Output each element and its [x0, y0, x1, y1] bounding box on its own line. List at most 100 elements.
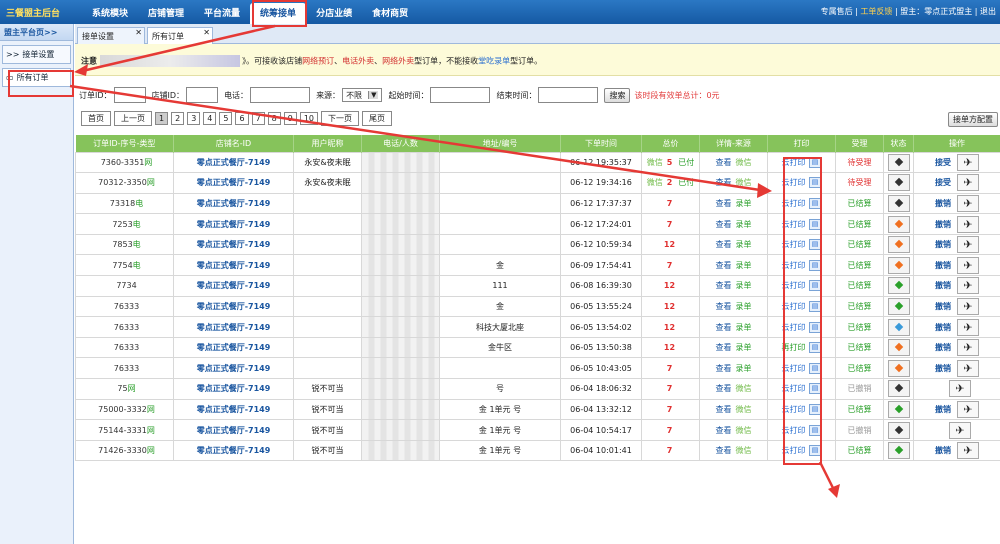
next-page-button[interactable]: 下一页 — [321, 111, 360, 126]
cloud-print-link[interactable]: 云打印 — [782, 178, 806, 187]
view-link[interactable]: 查看 — [716, 240, 732, 249]
cloud-print-link[interactable]: 云打印 — [782, 384, 806, 393]
order-id[interactable]: 76333 — [114, 364, 139, 373]
operation-link[interactable]: 撤销 — [935, 261, 951, 270]
order-id[interactable]: 70312-3350 — [98, 178, 147, 187]
cloud-print-link[interactable]: 云打印 — [782, 199, 806, 208]
shop-cell[interactable]: 零点正式餐厅-7149 — [173, 357, 294, 380]
operation-link[interactable]: 接受 — [935, 158, 951, 167]
order-id[interactable]: 7253 — [112, 220, 132, 229]
order-id[interactable]: 73318 — [110, 199, 135, 208]
page-number-button[interactable]: 5 — [219, 112, 233, 125]
operation-link[interactable]: 撤销 — [935, 446, 951, 455]
operation-link[interactable]: 撤销 — [935, 199, 951, 208]
page-number-button[interactable]: 1 — [155, 112, 169, 125]
cloud-print-link[interactable]: 云打印 — [782, 158, 806, 167]
printer-icon[interactable]: ▤ — [808, 218, 822, 230]
order-id[interactable]: 76333 — [114, 302, 139, 311]
order-id[interactable]: 7360-3351 — [101, 158, 145, 167]
cloud-print-link[interactable]: 云打印 — [782, 426, 806, 435]
printer-icon[interactable]: ▤ — [808, 342, 822, 354]
view-link[interactable]: 查看 — [716, 199, 732, 208]
cloud-print-link[interactable]: 云打印 — [782, 240, 806, 249]
state-diamond-icon[interactable] — [887, 215, 910, 233]
view-link[interactable]: 查看 — [716, 261, 732, 270]
cloud-print-link[interactable]: 云打印 — [782, 323, 806, 332]
shop-cell[interactable]: 零点正式餐厅-7149 — [173, 378, 294, 400]
feedback-link[interactable]: 工单反馈 — [860, 7, 892, 16]
shop-id-input[interactable] — [186, 87, 219, 103]
sidebar-item[interactable]: ▭ 所有订单 — [2, 68, 71, 87]
printer-icon[interactable]: ▤ — [808, 280, 822, 292]
order-id[interactable]: 7853 — [112, 240, 132, 249]
order-id[interactable]: 71426-3330 — [98, 446, 147, 455]
tab-all-orders[interactable]: 所有订单 ✕ — [147, 27, 213, 44]
close-icon[interactable]: ✕ — [135, 28, 142, 37]
shop-cell[interactable]: 零点正式餐厅-7149 — [173, 192, 294, 215]
nav-item[interactable]: 店铺管理 — [138, 0, 194, 24]
operation-link[interactable]: 接受 — [935, 178, 951, 187]
page-number-button[interactable]: 9 — [283, 112, 297, 125]
view-link[interactable]: 查看 — [716, 323, 732, 332]
state-diamond-icon[interactable] — [887, 318, 910, 336]
view-link[interactable]: 查看 — [716, 302, 732, 311]
printer-icon[interactable]: ▤ — [808, 300, 822, 312]
view-link[interactable]: 查看 — [716, 281, 732, 290]
cloud-print-link[interactable]: 云打印 — [782, 281, 806, 290]
cloud-print-link[interactable]: 云打印 — [782, 220, 806, 229]
cloud-print-link[interactable]: 云打印 — [782, 261, 806, 270]
nav-item[interactable]: 分店业绩 — [306, 0, 362, 24]
shop-cell[interactable]: 零点正式餐厅-7149 — [173, 213, 294, 235]
state-diamond-icon[interactable] — [887, 236, 910, 254]
operation-link[interactable]: 撤销 — [935, 240, 951, 249]
printer-icon[interactable]: ▤ — [808, 362, 822, 374]
phone-input[interactable] — [250, 87, 311, 103]
cloud-print-link[interactable]: 云打印 — [782, 405, 806, 414]
shop-cell[interactable]: 零点正式餐厅-7149 — [173, 419, 294, 441]
printer-icon[interactable]: ▤ — [808, 403, 822, 415]
printer-icon[interactable]: ▤ — [808, 383, 822, 395]
state-diamond-icon[interactable] — [887, 442, 910, 460]
airplane-icon[interactable]: ✈ — [949, 380, 971, 398]
shop-cell[interactable]: 零点正式餐厅-7149 — [173, 336, 294, 359]
page-number-button[interactable]: 3 — [187, 112, 201, 125]
operation-link[interactable]: 撤销 — [935, 343, 951, 352]
operation-link[interactable]: 撤销 — [935, 323, 951, 332]
airplane-icon[interactable]: ✈ — [957, 318, 979, 336]
order-id[interactable]: 76333 — [114, 343, 139, 352]
view-link[interactable]: 查看 — [716, 220, 732, 229]
airplane-icon[interactable]: ✈ — [957, 215, 979, 233]
printer-icon[interactable]: ▤ — [808, 239, 822, 251]
source-select[interactable]: 不限 ▼ — [342, 88, 383, 102]
airplane-icon[interactable]: ✈ — [957, 256, 979, 274]
after-sale-link[interactable]: 专属售后 — [821, 7, 853, 16]
sidebar-item[interactable]: >> 接单设置 — [2, 45, 71, 64]
view-link[interactable]: 查看 — [716, 178, 732, 187]
airplane-icon[interactable]: ✈ — [957, 297, 979, 315]
nav-item[interactable]: 平台流量 — [194, 0, 250, 24]
state-diamond-icon[interactable] — [887, 359, 910, 377]
airplane-icon[interactable]: ✈ — [957, 277, 979, 295]
start-time-input[interactable] — [430, 87, 491, 103]
airplane-icon[interactable]: ✈ — [957, 153, 979, 171]
printer-icon[interactable]: ▤ — [808, 177, 822, 189]
printer-icon[interactable]: ▤ — [808, 197, 822, 209]
shop-cell[interactable]: 零点正式餐厅-7149 — [173, 275, 294, 297]
order-id[interactable]: 75000-3332 — [98, 405, 147, 414]
shop-cell[interactable]: 零点正式餐厅-7149 — [173, 233, 294, 256]
shop-cell[interactable]: 零点正式餐厅-7149 — [173, 439, 294, 462]
airplane-icon[interactable]: ✈ — [957, 194, 979, 212]
shop-cell[interactable]: 零点正式餐厅-7149 — [173, 151, 294, 174]
operation-link[interactable]: 撤销 — [935, 302, 951, 311]
cloud-print-link[interactable]: 再打印 — [782, 343, 806, 352]
cloud-print-link[interactable]: 云打印 — [782, 446, 806, 455]
view-link[interactable]: 查看 — [716, 384, 732, 393]
order-id[interactable]: 7734 — [116, 281, 136, 290]
nav-item[interactable]: 系统模块 — [82, 0, 138, 24]
view-link[interactable]: 查看 — [716, 364, 732, 373]
state-diamond-icon[interactable] — [887, 194, 910, 212]
airplane-icon[interactable]: ✈ — [957, 442, 979, 460]
state-diamond-icon[interactable] — [887, 339, 910, 357]
close-icon[interactable]: ✕ — [203, 28, 210, 37]
state-diamond-icon[interactable] — [887, 400, 910, 418]
